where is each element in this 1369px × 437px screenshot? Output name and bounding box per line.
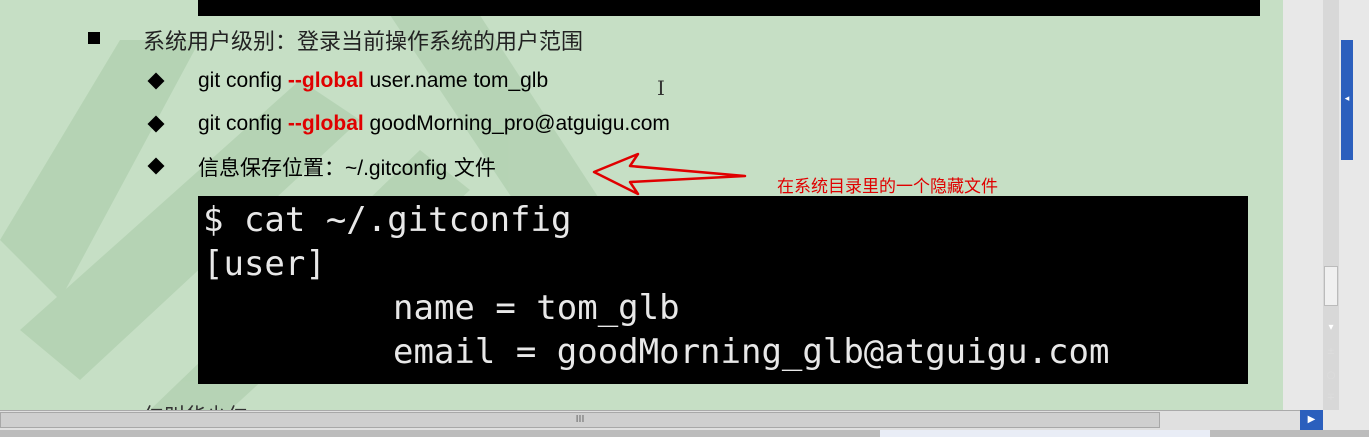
next-heading-partial: 仁叫华少仁 (143, 400, 248, 410)
scroll-right-icon[interactable]: ▶ (1300, 410, 1323, 430)
terminal-snippet-top (198, 0, 1260, 16)
list-item: 信息保存位置：~/.gitconfig 文件 (198, 152, 496, 182)
scroll-down-icon[interactable]: ▾ (1323, 322, 1339, 333)
status-bar-highlight (880, 430, 1210, 437)
browse-object-icon[interactable]: ○ (1323, 370, 1339, 381)
list-item: git config --global user.name tom_glb (198, 69, 548, 93)
terminal-line: $ cat ~/.gitconfig (203, 200, 572, 240)
command-text: git config (198, 112, 288, 135)
terminal-line: [user] (203, 244, 326, 284)
red-arrow-icon (592, 152, 747, 196)
terminal-output: $ cat ~/.gitconfig [user] name = tom_glb… (198, 196, 1248, 384)
command-args: user.name tom_glb (363, 69, 549, 92)
command-flag: --global (287, 112, 364, 135)
square-bullet-icon (88, 32, 100, 44)
terminal-line: email = goodMorning_glb@atguigu.com (393, 332, 1110, 372)
slide-canvas: 系统用户级别：登录当前操作系统的用户范围 git config --global… (0, 0, 1283, 410)
terminal-line: name = tom_glb (393, 288, 680, 328)
list-item: git config --global goodMorning_pro@atgu… (198, 112, 670, 136)
file-path: ~/.gitconfig (345, 157, 448, 180)
command-text: git config (198, 69, 288, 92)
command-flag: --global (287, 69, 364, 92)
command-args: goodMorning_pro@atguigu.com (363, 112, 670, 135)
panel-toggle-button[interactable]: ◂ (1341, 40, 1353, 160)
previous-page-icon[interactable]: ± (1323, 346, 1339, 357)
text-cursor-icon: Ι (657, 76, 665, 100)
chevron-left-icon: ◂ (1344, 94, 1350, 104)
next-page-icon[interactable]: ∓ (1323, 392, 1339, 403)
item-label: 信息保存位置： (198, 156, 345, 180)
horizontal-scroll-thumb[interactable]: III (0, 412, 1160, 428)
annotation-text: 在系统目录里的一个隐藏文件 (777, 177, 998, 197)
section-heading: 系统用户级别：登录当前操作系统的用户范围 (143, 30, 584, 55)
item-suffix: 文件 (447, 156, 496, 180)
vertical-scroll-thumb[interactable] (1324, 266, 1338, 306)
